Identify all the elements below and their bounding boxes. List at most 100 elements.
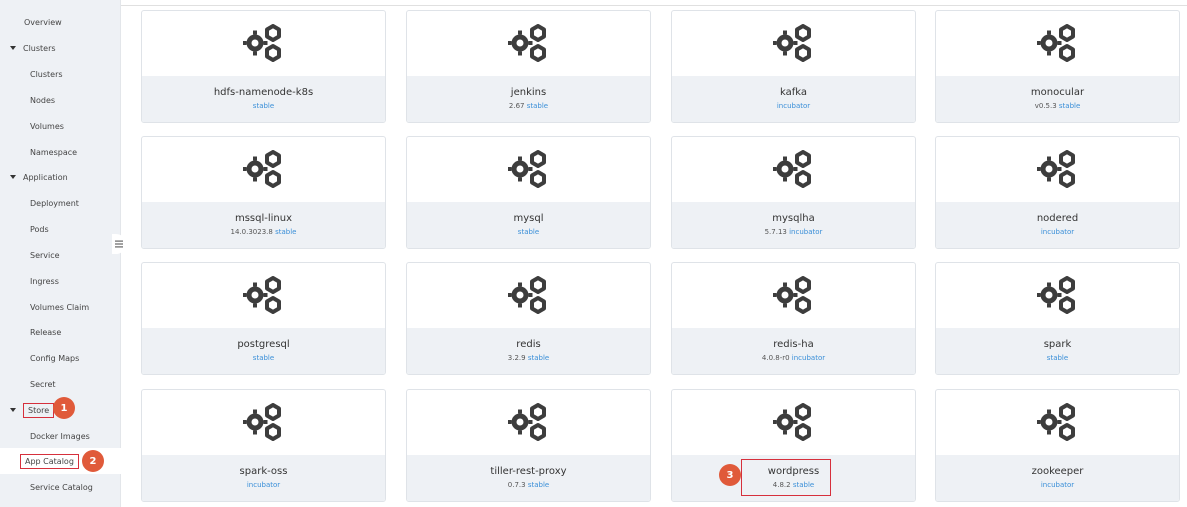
chart-card-redis-ha[interactable]: redis-ha 4.0.8-r0 incubator	[671, 262, 916, 375]
chart-card-jenkins[interactable]: jenkins 2.67 stable	[406, 10, 651, 123]
chart-meta: 14.0.3023.8 stable	[142, 228, 385, 236]
app-catalog-highlight: App Catalog	[20, 453, 79, 469]
sidebar-item-namespace[interactable]: Namespace	[0, 139, 121, 165]
chart-name: kafka	[779, 87, 807, 98]
chart-meta: 5.7.13 incubator	[672, 228, 915, 236]
sidebar-item-volumes[interactable]: Volumes	[0, 113, 121, 139]
chart-meta: 2.67 stable	[407, 102, 650, 110]
chart-card-mssql-linux[interactable]: mssql-linux 14.0.3023.8 stable	[141, 136, 386, 249]
chart-version: 3.2.9	[507, 354, 526, 362]
chart-meta: stable	[936, 354, 1179, 362]
chart-card-nodered[interactable]: nodered incubator	[935, 136, 1180, 249]
chart-card-footer: nodered incubator	[936, 202, 1179, 248]
sidebar-item-secret[interactable]: Secret	[0, 371, 121, 397]
sidebar: Overview Clusters Clusters Nodes Volumes…	[0, 0, 121, 507]
chart-repo-link[interactable]: stable	[527, 102, 548, 110]
gears-icon	[407, 137, 650, 202]
menu-icon	[115, 240, 123, 248]
chart-name: redis-ha	[773, 339, 814, 350]
caret-down-icon	[10, 175, 16, 179]
chart-name: hdfs-namenode-k8s	[213, 87, 314, 98]
caret-down-icon	[10, 46, 16, 50]
sidebar-item-clusters[interactable]: Clusters	[0, 61, 121, 87]
chart-card-footer: redis 3.2.9 stable	[407, 328, 650, 374]
sidebar-section-clusters[interactable]: Clusters	[0, 35, 121, 61]
chart-card-footer: mysql stable	[407, 202, 650, 248]
chart-name: postgresql	[237, 339, 290, 350]
chart-repo-link[interactable]: stable	[528, 481, 549, 489]
chart-card-mysql[interactable]: mysql stable	[406, 136, 651, 249]
chart-meta: stable	[407, 228, 650, 236]
chart-card-kafka[interactable]: kafka incubator	[671, 10, 916, 123]
gears-icon	[142, 390, 385, 455]
chart-name: zookeeper	[1031, 466, 1084, 477]
chart-repo-link[interactable]: stable	[253, 354, 274, 362]
sidebar-item-deployment[interactable]: Deployment	[0, 190, 121, 216]
gears-icon	[407, 11, 650, 76]
chart-repo-link[interactable]: stable	[528, 354, 549, 362]
content-top-border	[121, 0, 1187, 6]
chart-name: spark-oss	[239, 466, 288, 477]
chart-repo-link[interactable]: incubator	[792, 354, 825, 362]
sidebar-item-volumes-claim[interactable]: Volumes Claim	[0, 294, 121, 320]
chart-card-tiller-rest-proxy[interactable]: tiller-rest-proxy 0.7.3 stable	[406, 389, 651, 502]
chart-card-footer: jenkins 2.67 stable	[407, 76, 650, 122]
gears-icon	[672, 263, 915, 328]
chart-repo-link[interactable]: incubator	[1041, 228, 1074, 236]
sidebar-item-config-maps[interactable]: Config Maps	[0, 345, 121, 371]
chart-name: monocular	[1030, 87, 1085, 98]
chart-card-footer: spark-oss incubator	[142, 455, 385, 501]
sidebar-item-service-catalog[interactable]: Service Catalog	[0, 474, 121, 500]
sidebar-item-ingress[interactable]: Ingress	[0, 268, 121, 294]
gears-icon	[407, 263, 650, 328]
gears-icon	[936, 390, 1179, 455]
chart-name: tiller-rest-proxy	[490, 466, 567, 477]
gears-icon	[142, 263, 385, 328]
chart-card-mysqlha[interactable]: mysqlha 5.7.13 incubator	[671, 136, 916, 249]
chart-version: 0.7.3	[507, 481, 526, 489]
chart-repo-link[interactable]: incubator	[777, 102, 810, 110]
chart-repo-link[interactable]: stable	[275, 228, 296, 236]
chart-card-spark-oss[interactable]: spark-oss incubator	[141, 389, 386, 502]
sidebar-item-service[interactable]: Service	[0, 242, 121, 268]
gears-icon	[672, 11, 915, 76]
gears-icon	[672, 137, 915, 202]
chart-version: 14.0.3023.8	[230, 228, 273, 236]
sidebar-item-release[interactable]: Release	[0, 319, 121, 345]
chart-meta: incubator	[936, 228, 1179, 236]
sidebar-item-docker-images[interactable]: Docker Images	[0, 423, 121, 449]
chart-version: 4.0.8-r0	[761, 354, 790, 362]
sidebar-item-pods[interactable]: Pods	[0, 216, 121, 242]
gears-icon	[142, 11, 385, 76]
chart-name: mysqlha	[772, 213, 815, 224]
chart-repo-link[interactable]: stable	[253, 102, 274, 110]
chart-repo-link[interactable]: incubator	[1041, 481, 1074, 489]
chart-name: redis	[516, 339, 541, 350]
chart-meta: stable	[142, 102, 385, 110]
sidebar-section-application[interactable]: Application	[0, 164, 121, 190]
chart-repo-link[interactable]: incubator	[789, 228, 822, 236]
gears-icon	[936, 263, 1179, 328]
chart-repo-link[interactable]: incubator	[247, 481, 280, 489]
sidebar-item-nodes[interactable]: Nodes	[0, 87, 121, 113]
chart-card-hdfs-namenode-k8s[interactable]: hdfs-namenode-k8s stable	[141, 10, 386, 123]
chart-repo-link[interactable]: stable	[518, 228, 539, 236]
chart-card-redis[interactable]: redis 3.2.9 stable	[406, 262, 651, 375]
store-highlight: Store	[23, 402, 55, 418]
chart-meta: v0.5.3 stable	[936, 102, 1179, 110]
chart-card-footer: monocular v0.5.3 stable	[936, 76, 1179, 122]
sidebar-collapse-button[interactable]	[112, 234, 126, 254]
chart-card-zookeeper[interactable]: zookeeper incubator	[935, 389, 1180, 502]
chart-card-spark[interactable]: spark stable	[935, 262, 1180, 375]
gears-icon	[936, 11, 1179, 76]
chart-meta: incubator	[142, 481, 385, 489]
chart-repo-link[interactable]: stable	[1047, 354, 1068, 362]
chart-name: jenkins	[510, 87, 547, 98]
gears-icon	[936, 137, 1179, 202]
gears-icon	[407, 390, 650, 455]
chart-repo-link[interactable]: stable	[1059, 102, 1080, 110]
chart-card-monocular[interactable]: monocular v0.5.3 stable	[935, 10, 1180, 123]
chart-card-postgresql[interactable]: postgresql stable	[141, 262, 386, 375]
sidebar-item-overview[interactable]: Overview	[0, 9, 121, 35]
chart-name: nodered	[1036, 213, 1079, 224]
